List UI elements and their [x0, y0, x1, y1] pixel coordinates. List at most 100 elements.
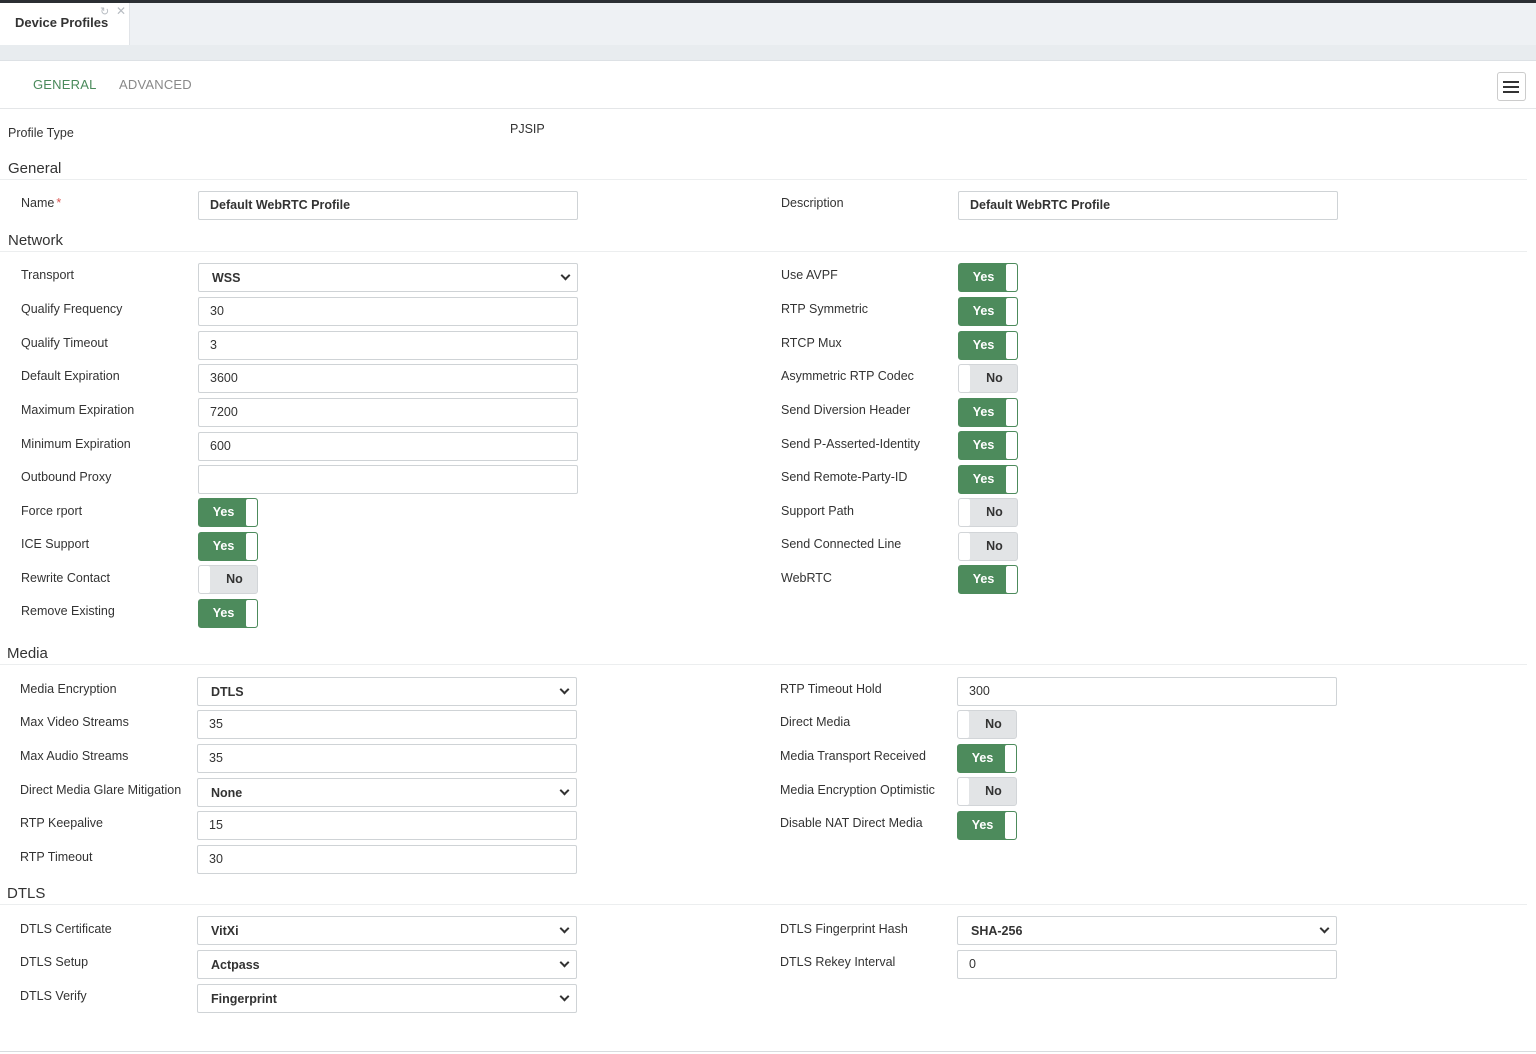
name-input[interactable]: Default WebRTC Profile: [198, 191, 578, 220]
description-label: Description: [781, 196, 844, 210]
toggle-knob: [1006, 466, 1017, 493]
direct-media-glare-mitigation-select[interactable]: None: [197, 778, 577, 807]
dtls-setup-selected-value: Actpass: [211, 958, 260, 972]
section-divider: [0, 251, 1527, 252]
default-expiration-input[interactable]: 3600: [198, 364, 578, 393]
remove-existing-toggle[interactable]: Yes: [198, 599, 258, 628]
media-encryption-optimistic-label: Media Encryption Optimistic: [780, 783, 935, 797]
toggle-state: Yes: [972, 438, 995, 452]
force-rport-toggle[interactable]: Yes: [198, 498, 258, 527]
list-view-button[interactable]: [1497, 72, 1526, 101]
rtp-timeout-input[interactable]: 30: [197, 845, 577, 874]
support-path-toggle[interactable]: No: [958, 498, 1018, 527]
max-audio-streams-input[interactable]: 35: [197, 744, 577, 773]
dtls-certificate-select[interactable]: VitXi: [197, 916, 577, 945]
toggle-knob: [199, 566, 210, 593]
required-marker: *: [56, 196, 62, 210]
toggle-knob: [959, 499, 970, 526]
direct-media-toggle[interactable]: No: [957, 710, 1017, 739]
dtls-fingerprint-hash-select[interactable]: SHA-256: [957, 916, 1337, 945]
document-tab-device-profiles[interactable]: Device Profiles ↻ ✕: [0, 3, 130, 45]
send-connected-line-label: Send Connected Line: [781, 537, 902, 551]
support-path-label: Support Path: [781, 504, 854, 518]
dtls-verify-selected-value: Fingerprint: [211, 992, 277, 1006]
minimum-expiration-input[interactable]: 600: [198, 432, 578, 461]
toolbar-strip: [0, 45, 1536, 61]
send-diversion-header-label: Send Diversion Header: [781, 403, 911, 417]
maximum-expiration-input[interactable]: 7200: [198, 398, 578, 427]
use-avpf-toggle[interactable]: Yes: [958, 263, 1018, 292]
rtp-symmetric-toggle[interactable]: Yes: [958, 297, 1018, 326]
toggle-state: Yes: [212, 606, 235, 620]
dtls-fingerprint-hash-selected-value: SHA-256: [971, 924, 1023, 938]
dtls-rekey-interval-input[interactable]: 0: [957, 950, 1337, 979]
ice-support-label: ICE Support: [21, 537, 90, 551]
list-icon-line: [1503, 86, 1519, 88]
list-icon-line: [1503, 91, 1519, 93]
media-encryption-select[interactable]: DTLS: [197, 677, 577, 706]
minimum-expiration-label: Minimum Expiration: [21, 437, 131, 451]
rtcp-mux-toggle[interactable]: Yes: [958, 331, 1018, 360]
webrtc-label: WebRTC: [781, 571, 832, 585]
section-general-title: General: [8, 160, 62, 177]
asymmetric-rtp-codec-toggle[interactable]: No: [958, 364, 1018, 393]
dtls-setup-select[interactable]: Actpass: [197, 950, 577, 979]
tab-general[interactable]: GENERAL: [33, 77, 97, 92]
close-icon[interactable]: ✕: [116, 4, 126, 18]
send-p-asserted-identity-toggle[interactable]: Yes: [958, 431, 1018, 460]
toggle-knob: [959, 533, 970, 560]
qualify-timeout-input[interactable]: 3: [198, 331, 578, 360]
toggle-knob: [958, 778, 969, 805]
rtp-keepalive-input[interactable]: 15: [197, 811, 577, 840]
glare-selected-value: None: [211, 786, 243, 800]
max-video-streams-label: Max Video Streams: [20, 715, 129, 729]
media-encryption-selected-value: DTLS: [211, 685, 244, 699]
media-encryption-optimistic-toggle[interactable]: No: [957, 777, 1017, 806]
toggle-knob: [1006, 298, 1017, 325]
toggle-knob: [246, 533, 257, 560]
chevron-down-icon: [559, 923, 570, 934]
toggle-state: Yes: [212, 505, 235, 519]
description-input[interactable]: Default WebRTC Profile: [958, 191, 1338, 220]
send-connected-line-toggle[interactable]: No: [958, 532, 1018, 561]
refresh-icon[interactable]: ↻: [100, 5, 109, 18]
qualify-frequency-input[interactable]: 30: [198, 297, 578, 326]
toggle-knob: [1006, 399, 1017, 426]
rtp-timeout-hold-input[interactable]: 300: [957, 677, 1337, 706]
disable-nat-direct-media-toggle[interactable]: Yes: [957, 811, 1017, 840]
media-transport-received-toggle[interactable]: Yes: [957, 744, 1017, 773]
dtls-verify-label: DTLS Verify: [20, 989, 87, 1003]
disable-nat-direct-media-label: Disable NAT Direct Media: [780, 816, 923, 830]
qualify-frequency-label: Qualify Frequency: [21, 302, 123, 316]
send-remote-party-id-toggle[interactable]: Yes: [958, 465, 1018, 494]
dtls-verify-select[interactable]: Fingerprint: [197, 984, 577, 1013]
rewrite-contact-toggle[interactable]: No: [198, 565, 258, 594]
tab-advanced[interactable]: ADVANCED: [119, 77, 192, 92]
ice-support-toggle[interactable]: Yes: [198, 532, 258, 561]
toggle-state: Yes: [971, 818, 994, 832]
toggle-state: Yes: [212, 539, 235, 553]
chevron-down-icon: [1319, 923, 1330, 934]
qualify-timeout-label: Qualify Timeout: [21, 336, 108, 350]
transport-select[interactable]: WSS: [198, 263, 578, 292]
chevron-down-icon: [559, 957, 570, 968]
toggle-state: Yes: [972, 304, 995, 318]
outbound-proxy-input[interactable]: [198, 465, 578, 494]
section-divider: [0, 664, 1527, 665]
bottom-divider: [0, 1051, 1536, 1052]
dtls-certificate-selected-value: VitXi: [211, 924, 239, 938]
toggle-state: Yes: [971, 751, 994, 765]
section-network-title: Network: [8, 232, 64, 249]
rtp-timeout-hold-label: RTP Timeout Hold: [780, 682, 882, 696]
toggle-knob: [958, 711, 969, 738]
list-icon: [1503, 81, 1519, 83]
max-video-streams-input[interactable]: 35: [197, 710, 577, 739]
toggle-state: No: [985, 717, 1002, 731]
rtp-timeout-label: RTP Timeout: [20, 850, 93, 864]
document-tab-label: Device Profiles: [15, 15, 109, 30]
send-diversion-header-toggle[interactable]: Yes: [958, 398, 1018, 427]
section-media-title: Media: [7, 645, 48, 662]
toggle-knob: [1006, 332, 1017, 359]
webrtc-toggle[interactable]: Yes: [958, 565, 1018, 594]
toggle-knob: [246, 499, 257, 526]
